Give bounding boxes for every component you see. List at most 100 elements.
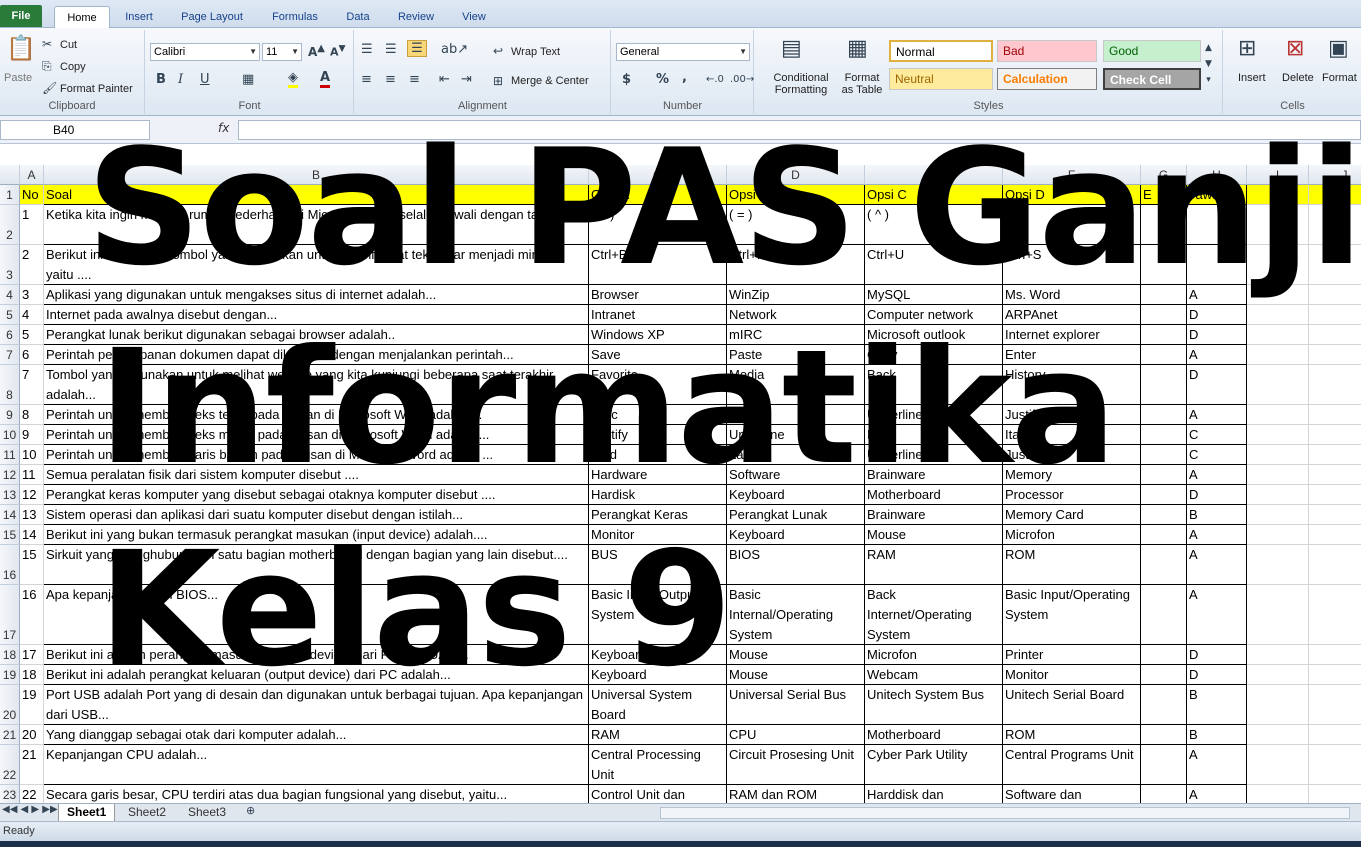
row-header[interactable]: 23 bbox=[0, 785, 20, 803]
cell[interactable] bbox=[1141, 325, 1187, 345]
cell[interactable]: A bbox=[1187, 745, 1247, 785]
cell[interactable] bbox=[1309, 525, 1361, 545]
cell[interactable]: A bbox=[1187, 465, 1247, 485]
cell[interactable] bbox=[1309, 545, 1361, 585]
style-neutral[interactable]: Neutral bbox=[889, 68, 993, 90]
cell[interactable] bbox=[1141, 785, 1187, 803]
number-format-combo[interactable]: General ▼ bbox=[616, 43, 750, 61]
tab-view[interactable]: View bbox=[454, 6, 494, 28]
row-header[interactable]: 4 bbox=[0, 285, 20, 305]
style-bad[interactable]: Bad bbox=[997, 40, 1097, 62]
font-color-icon[interactable]: A bbox=[320, 70, 331, 88]
cell[interactable] bbox=[1309, 445, 1361, 465]
cell[interactable] bbox=[1309, 585, 1361, 645]
row-header[interactable]: 6 bbox=[0, 325, 20, 345]
cell[interactable]: 11 bbox=[20, 465, 44, 485]
grow-font-icon[interactable]: A▲ bbox=[308, 43, 325, 59]
cell[interactable]: RAM bbox=[589, 725, 727, 745]
increase-indent-icon[interactable]: ⇥ bbox=[461, 72, 472, 87]
cell[interactable] bbox=[1141, 545, 1187, 585]
sheet-nav-icon[interactable]: ◀◀ ◀ ▶ ▶▶ bbox=[2, 804, 58, 815]
cell[interactable] bbox=[1247, 685, 1309, 725]
style-check-cell[interactable]: Check Cell bbox=[1103, 68, 1201, 90]
cell[interactable] bbox=[1247, 345, 1309, 365]
style-good[interactable]: Good bbox=[1103, 40, 1201, 62]
row-header[interactable]: 5 bbox=[0, 305, 20, 325]
cell[interactable] bbox=[1247, 325, 1309, 345]
percent-button[interactable]: % bbox=[656, 72, 669, 87]
font-size-combo[interactable]: 11 ▼ bbox=[262, 43, 302, 61]
cell[interactable]: D bbox=[1187, 485, 1247, 505]
cell[interactable] bbox=[1309, 485, 1361, 505]
cell[interactable] bbox=[1141, 525, 1187, 545]
cell[interactable]: Yang dianggap sebagai otak dari komputer… bbox=[44, 725, 589, 745]
cell[interactable] bbox=[1141, 685, 1187, 725]
wrap-text-button[interactable]: Wrap Text bbox=[511, 46, 560, 58]
cell[interactable]: 1 bbox=[20, 205, 44, 245]
cell[interactable] bbox=[1309, 665, 1361, 685]
cell[interactable] bbox=[1309, 785, 1361, 803]
cell[interactable] bbox=[1247, 425, 1309, 445]
cell[interactable]: 18 bbox=[20, 665, 44, 685]
borders-icon[interactable]: ▦ bbox=[242, 72, 254, 87]
cell[interactable]: Circuit Prosesing Unit bbox=[727, 745, 865, 785]
tab-review[interactable]: Review bbox=[390, 6, 442, 28]
row-header[interactable]: 22 bbox=[0, 745, 20, 785]
format-table-icon[interactable]: ▦ bbox=[847, 36, 868, 61]
cell[interactable] bbox=[1141, 345, 1187, 365]
paste-label[interactable]: Paste bbox=[4, 72, 32, 84]
cell[interactable]: Monitor bbox=[1003, 665, 1141, 685]
cell[interactable]: Unitech Serial Board bbox=[1003, 685, 1141, 725]
cell[interactable]: C bbox=[1187, 445, 1247, 465]
cell[interactable]: Brainware bbox=[865, 505, 1003, 525]
cell[interactable]: Perangkat Lunak bbox=[727, 505, 865, 525]
cell[interactable]: Harddisk dan bbox=[865, 785, 1003, 803]
cell[interactable]: Webcam bbox=[865, 665, 1003, 685]
tab-home[interactable]: Home bbox=[54, 6, 110, 28]
cell[interactable]: D bbox=[1187, 645, 1247, 665]
cell[interactable]: A bbox=[1187, 525, 1247, 545]
cell[interactable]: Mouse bbox=[727, 645, 865, 665]
sheet-tab-sheet1[interactable]: Sheet1 bbox=[58, 804, 116, 821]
cell[interactable]: Central Programs Unit bbox=[1003, 745, 1141, 785]
cell[interactable]: A bbox=[1187, 585, 1247, 645]
cell[interactable] bbox=[1247, 745, 1309, 785]
underline-button[interactable]: U bbox=[200, 72, 210, 87]
cell[interactable] bbox=[1309, 365, 1361, 405]
new-sheet-icon[interactable]: ⊕ bbox=[246, 804, 255, 817]
cell[interactable]: Secara garis besar, CPU terdiri atas dua… bbox=[44, 785, 589, 803]
orientation-icon[interactable]: ab↗ bbox=[441, 42, 468, 57]
row-header[interactable]: 14 bbox=[0, 505, 20, 525]
cell[interactable] bbox=[1247, 785, 1309, 803]
cell[interactable]: Universal Serial Bus bbox=[727, 685, 865, 725]
cell[interactable] bbox=[1309, 305, 1361, 325]
cell[interactable]: 3 bbox=[20, 285, 44, 305]
italic-button[interactable]: I bbox=[178, 72, 183, 87]
cell[interactable]: RAM bbox=[865, 545, 1003, 585]
cell[interactable]: Software dan bbox=[1003, 785, 1141, 803]
cell[interactable]: A bbox=[1187, 345, 1247, 365]
delete-cells-icon[interactable]: ⊠ bbox=[1286, 36, 1304, 61]
format-painter-icon[interactable]: 🖌 bbox=[42, 81, 57, 95]
cell[interactable]: 6 bbox=[20, 345, 44, 365]
cell[interactable]: 8 bbox=[20, 405, 44, 425]
row-header[interactable]: 10 bbox=[0, 425, 20, 445]
merge-center-icon[interactable]: ⊞ bbox=[493, 74, 503, 88]
select-all-corner[interactable] bbox=[0, 165, 20, 185]
cell[interactable]: No bbox=[20, 185, 44, 205]
cell[interactable] bbox=[1309, 465, 1361, 485]
cell[interactable] bbox=[1309, 325, 1361, 345]
cell[interactable] bbox=[1247, 365, 1309, 405]
cell[interactable]: 20 bbox=[20, 725, 44, 745]
row-header[interactable]: 12 bbox=[0, 465, 20, 485]
cell[interactable]: 15 bbox=[20, 545, 44, 585]
align-middle-icon[interactable]: ☰ bbox=[385, 42, 397, 57]
cell[interactable]: D bbox=[1187, 325, 1247, 345]
cell[interactable]: 9 bbox=[20, 425, 44, 445]
tab-file[interactable]: File bbox=[0, 5, 42, 27]
cell[interactable] bbox=[1309, 745, 1361, 785]
row-header[interactable]: 19 bbox=[0, 665, 20, 685]
cell[interactable] bbox=[1141, 305, 1187, 325]
cell[interactable] bbox=[1141, 745, 1187, 785]
cell[interactable]: RAM dan ROM bbox=[727, 785, 865, 803]
